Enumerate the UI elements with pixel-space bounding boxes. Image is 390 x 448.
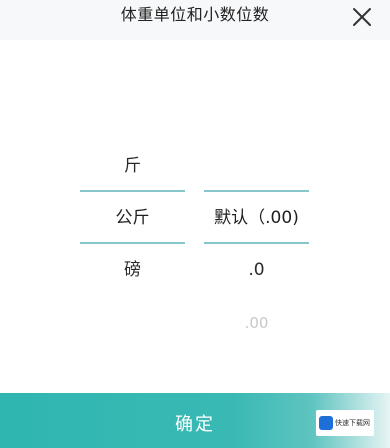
decimal-option-default-selected[interactable]: 默认（.00) <box>204 198 309 238</box>
close-icon[interactable] <box>348 3 376 31</box>
watermark-badge: 快速下载网 <box>316 410 374 436</box>
decimal-option-two[interactable]: .00 <box>204 303 309 343</box>
unit-option-kg-selected[interactable]: 公斤 <box>80 198 185 238</box>
unit-selection-bottom-line <box>80 242 185 244</box>
dialog-title: 体重单位和小数位数 <box>120 5 270 24</box>
decimal-selection-top-line <box>204 190 309 192</box>
watermark-logo-icon <box>319 416 333 430</box>
decimal-selection-bottom-line <box>204 242 309 244</box>
unit-option-jin[interactable]: 斤 <box>80 146 185 186</box>
unit-option-lb[interactable]: 磅 <box>80 250 185 290</box>
decimal-option-one[interactable]: .0 <box>204 250 309 290</box>
watermark-text: 快速下载网 <box>335 418 370 427</box>
unit-selection-top-line <box>80 190 185 192</box>
